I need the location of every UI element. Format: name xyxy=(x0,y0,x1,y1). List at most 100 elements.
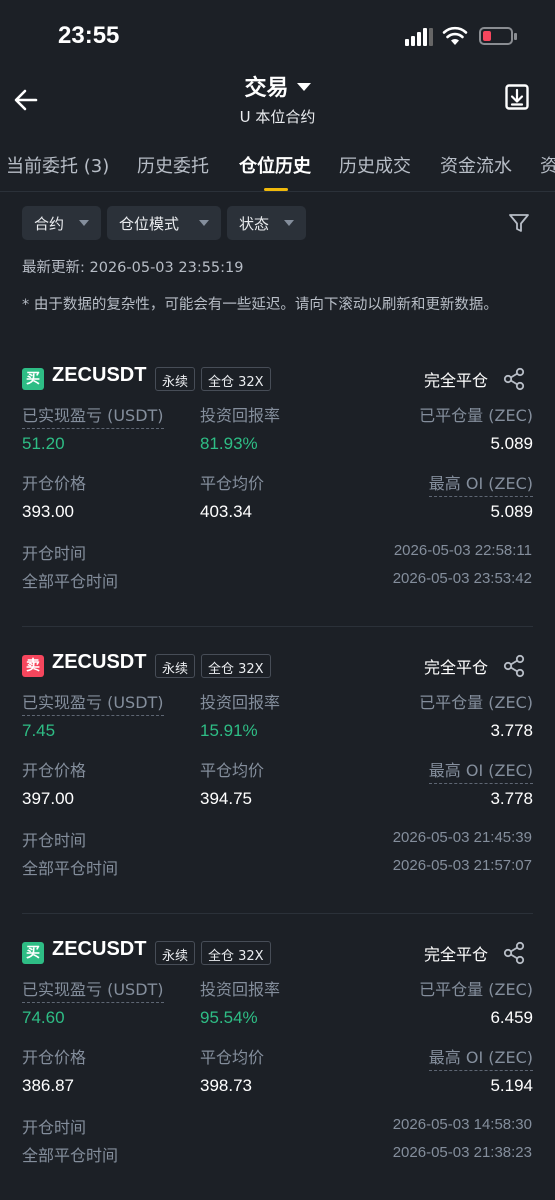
filter-contract-label: 合约 xyxy=(34,215,65,233)
last-updated: 最新更新: 2026-05-03 23:55:19 xyxy=(22,260,244,276)
page-title: 交易 xyxy=(244,76,289,101)
page-header: 交易 U 本位合约 xyxy=(0,66,555,134)
roi-label: 投资回报率 xyxy=(200,406,281,425)
filter-status-label: 状态 xyxy=(239,215,270,233)
max-oi-label: 最高 OI (ZEC) xyxy=(428,470,533,497)
tab-position-history[interactable]: 仓位历史 xyxy=(239,152,311,178)
margin-leverage-tag: 全仓 32X xyxy=(201,941,271,965)
symbol: ZECUSDT xyxy=(52,651,147,673)
close-time-label: 全部平仓时间 xyxy=(22,1146,119,1165)
roi-value: 95.54% xyxy=(200,1008,258,1027)
closed-qty-value: 3.778 xyxy=(490,721,533,740)
symbol: ZECUSDT xyxy=(52,364,147,386)
max-oi-label: 最高 OI (ZEC) xyxy=(428,1044,533,1071)
closed-qty-value: 6.459 xyxy=(490,1008,533,1027)
open-price-value: 393.00 xyxy=(22,502,74,521)
status-bar: 23:55 xyxy=(0,0,555,72)
pnl-label: 已实现盈亏 (USDT) xyxy=(22,402,164,429)
close-time-label: 全部平仓时间 xyxy=(22,572,119,591)
card-divider xyxy=(22,913,533,914)
roi-label: 投资回报率 xyxy=(200,693,281,712)
delay-note: * 由于数据的复杂性，可能会有一些延迟。请向下滚动以刷新和更新数据。 xyxy=(22,297,498,313)
close-time-value: 2026-05-03 23:53:42 xyxy=(392,570,532,587)
tab-trade-history[interactable]: 历史成交 xyxy=(339,152,411,178)
filter-contract[interactable]: 合约 xyxy=(22,206,101,240)
open-price-label: 开仓价格 xyxy=(22,474,87,493)
download-icon[interactable] xyxy=(505,84,529,110)
dropdown-caret-icon xyxy=(284,220,294,226)
close-avg-label: 平仓均价 xyxy=(200,1048,265,1067)
share-icon[interactable] xyxy=(502,367,526,391)
margin-leverage-tag: 全仓 32X xyxy=(201,654,271,678)
title-dropdown[interactable]: 交易 xyxy=(0,70,555,102)
pnl-label: 已实现盈亏 (USDT) xyxy=(22,976,164,1003)
filter-status[interactable]: 状态 xyxy=(227,206,306,240)
open-price-value: 386.87 xyxy=(22,1076,74,1095)
share-icon[interactable] xyxy=(502,941,526,965)
tab-transaction-history[interactable]: 资金流水 xyxy=(440,152,512,178)
close-time-label: 全部平仓时间 xyxy=(22,859,119,878)
open-time-value: 2026-05-03 21:45:39 xyxy=(392,829,532,846)
tab-more[interactable]: 资 xyxy=(540,152,555,178)
filter-funnel-icon[interactable] xyxy=(508,212,530,234)
filter-position-mode-label: 仓位模式 xyxy=(119,215,180,233)
open-time-value: 2026-05-03 14:58:30 xyxy=(392,1116,532,1133)
open-price-value: 397.00 xyxy=(22,789,74,808)
dropdown-caret-icon xyxy=(79,220,89,226)
close-avg-value: 394.75 xyxy=(200,789,252,808)
position-card[interactable]: 买 ZECUSDT 永续 全仓 32X 完全平仓 已实现盈亏 (USDT) 投资… xyxy=(0,364,555,654)
tab-open-orders[interactable]: 当前委托 (3) xyxy=(6,152,109,178)
close-status: 完全平仓 xyxy=(424,371,489,390)
pnl-value: 74.60 xyxy=(22,1008,65,1027)
roi-value: 81.93% xyxy=(200,434,258,453)
closed-qty-value: 5.089 xyxy=(490,434,533,453)
closed-qty-label: 已平仓量 (ZEC) xyxy=(419,693,533,712)
pnl-value: 51.20 xyxy=(22,434,65,453)
pnl-label: 已实现盈亏 (USDT) xyxy=(22,689,164,716)
dropdown-caret-icon xyxy=(199,220,209,226)
open-price-label: 开仓价格 xyxy=(22,761,87,780)
open-time-label: 开仓时间 xyxy=(22,1118,87,1137)
close-time-value: 2026-05-03 21:57:07 xyxy=(392,857,532,874)
perpetual-tag: 永续 xyxy=(155,367,196,391)
dropdown-caret-icon xyxy=(296,83,311,91)
wifi-icon xyxy=(442,26,468,45)
max-oi-value: 3.778 xyxy=(490,789,533,808)
open-time-label: 开仓时间 xyxy=(22,544,87,563)
max-oi-label: 最高 OI (ZEC) xyxy=(428,757,533,784)
close-status: 完全平仓 xyxy=(424,945,489,964)
side-badge: 卖 xyxy=(22,655,44,677)
tab-order-history[interactable]: 历史委托 xyxy=(137,152,209,178)
close-time-value: 2026-05-03 21:38:23 xyxy=(392,1144,532,1161)
close-status: 完全平仓 xyxy=(424,658,489,677)
close-avg-value: 403.34 xyxy=(200,502,252,521)
filter-position-mode[interactable]: 仓位模式 xyxy=(107,206,221,240)
open-time-label: 开仓时间 xyxy=(22,831,87,850)
card-divider xyxy=(22,626,533,627)
perpetual-tag: 永续 xyxy=(155,941,196,965)
position-card[interactable]: 卖 ZECUSDT 永续 全仓 32X 完全平仓 已实现盈亏 (USDT) 投资… xyxy=(0,651,555,941)
battery-icon xyxy=(479,27,517,45)
tab-bar: 当前委托 (3) 历史委托 仓位历史 历史成交 资金流水 资 xyxy=(0,146,555,192)
page-subtitle: U 本位合约 xyxy=(239,108,316,126)
closed-qty-label: 已平仓量 (ZEC) xyxy=(419,406,533,425)
symbol: ZECUSDT xyxy=(52,938,147,960)
roi-value: 15.91% xyxy=(200,721,258,740)
max-oi-value: 5.089 xyxy=(490,502,533,521)
open-time-value: 2026-05-03 22:58:11 xyxy=(393,542,532,559)
status-time: 23:55 xyxy=(58,22,120,49)
share-icon[interactable] xyxy=(502,654,526,678)
margin-leverage-tag: 全仓 32X xyxy=(201,367,271,391)
open-price-label: 开仓价格 xyxy=(22,1048,87,1067)
position-card[interactable]: 买 ZECUSDT 永续 全仓 32X 完全平仓 已实现盈亏 (USDT) 投资… xyxy=(0,938,555,1200)
side-badge: 买 xyxy=(22,942,44,964)
close-avg-label: 平仓均价 xyxy=(200,474,265,493)
close-avg-label: 平仓均价 xyxy=(200,761,265,780)
close-avg-value: 398.73 xyxy=(200,1076,252,1095)
roi-label: 投资回报率 xyxy=(200,980,281,999)
perpetual-tag: 永续 xyxy=(155,654,196,678)
max-oi-value: 5.194 xyxy=(490,1076,533,1095)
side-badge: 买 xyxy=(22,368,44,390)
pnl-value: 7.45 xyxy=(22,721,56,740)
closed-qty-label: 已平仓量 (ZEC) xyxy=(419,980,533,999)
